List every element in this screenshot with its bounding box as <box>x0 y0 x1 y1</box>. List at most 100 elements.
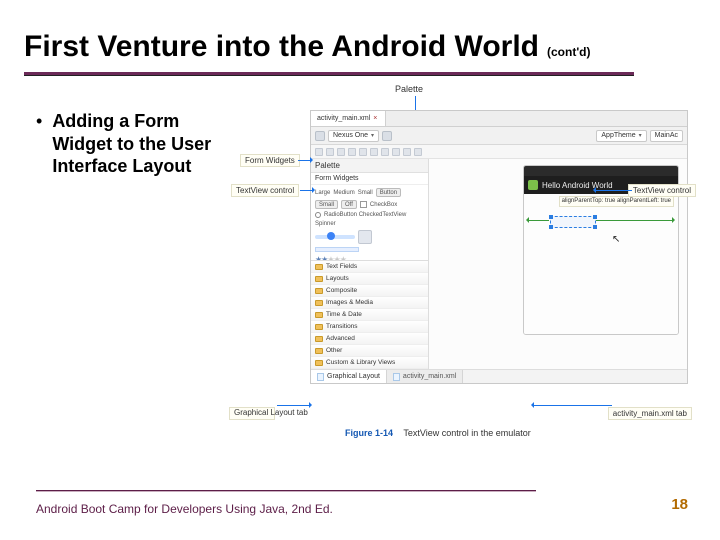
folder-label: Time & Date <box>326 311 362 318</box>
theme-dropdown[interactable]: AppTheme ▾ <box>596 130 646 142</box>
progressbar-widget-sample[interactable] <box>315 247 359 252</box>
app-title: Hello Android World <box>542 181 613 190</box>
activity-dropdown-label: MainAc <box>655 132 678 139</box>
resize-handle[interactable] <box>593 215 597 219</box>
palette-folders: Text Fields Layouts Composite Images & M… <box>311 260 428 369</box>
constraint-arrow-left <box>527 220 549 221</box>
textview-selected[interactable] <box>550 216 596 228</box>
device-dropdown-label: Nexus One <box>333 132 368 139</box>
folder-label: Text Fields <box>326 263 357 270</box>
folder-icon <box>315 324 323 330</box>
toolbar-icon[interactable] <box>359 148 367 156</box>
toolbar-icon[interactable] <box>381 148 389 156</box>
palette-folder-transitions[interactable]: Transitions <box>311 321 428 333</box>
button-widget-sample[interactable]: Button <box>376 188 401 197</box>
radio-label-sample: RadioButton CheckedTextView <box>324 212 406 218</box>
layout-toolbar: Nexus One ▾ AppTheme ▾ MainAc <box>311 127 687 145</box>
slide-contd: (cont'd) <box>547 45 591 59</box>
file-tab-label: activity_main.xml <box>317 115 370 122</box>
toolbar-icon[interactable] <box>403 148 411 156</box>
figure-caption-label: Figure 1-14 <box>345 428 393 438</box>
folder-label: Other <box>326 347 342 354</box>
close-icon[interactable]: × <box>373 116 379 122</box>
device-dropdown[interactable]: Nexus One ▾ <box>328 130 379 142</box>
spinner-label-sample: Spinner <box>315 221 336 227</box>
tab-label: Graphical Layout <box>327 373 380 380</box>
palette-folder-images-media[interactable]: Images & Media <box>311 297 428 309</box>
callout-form-widgets: Form Widgets <box>240 154 300 167</box>
callout-leader <box>594 190 632 191</box>
toolbar-icon[interactable] <box>315 148 323 156</box>
toolbar-icon[interactable] <box>414 148 422 156</box>
textview-small-sample[interactable]: Small <box>358 190 373 196</box>
callout-textview-right: TextView control <box>628 184 696 197</box>
toolbar-icon[interactable] <box>326 148 334 156</box>
palette-folder-time-date[interactable]: Time & Date <box>311 309 428 321</box>
palette-panel: Palette Form Widgets Large Medium Small … <box>311 159 429 369</box>
palette-folder-custom-views[interactable]: Custom & Library Views <box>311 357 428 369</box>
checkbox-label-sample: CheckBox <box>370 202 397 208</box>
toolbar-icon[interactable] <box>370 148 378 156</box>
palette-folder-advanced[interactable]: Advanced <box>311 333 428 345</box>
layout-toolbar-secondary <box>311 145 687 159</box>
constraint-arrow-right <box>596 220 674 221</box>
seekbar-widget-sample[interactable] <box>315 235 355 239</box>
layout-tab-icon <box>317 373 324 381</box>
editor-tab-row: activity_main.xml × <box>311 111 687 127</box>
footer-divider <box>36 490 536 492</box>
palette-folder-text-fields[interactable]: Text Fields <box>311 261 428 273</box>
quickcontact-widget-sample[interactable] <box>358 230 372 244</box>
palette-callout-leader <box>415 96 416 110</box>
resize-handle[interactable] <box>593 225 597 229</box>
file-tab-activity-main[interactable]: activity_main.xml × <box>311 111 386 126</box>
callout-leader <box>532 405 612 406</box>
theme-dropdown-label: AppTheme <box>601 132 635 139</box>
figure-caption-text: TextView control in the emulator <box>403 428 530 438</box>
phone-body[interactable]: alignParentTop: true alignParentLeft: tr… <box>524 194 678 334</box>
chevron-down-icon: ▾ <box>371 132 374 139</box>
callout-leader <box>277 405 311 406</box>
callout-graphical-layout-tab: Graphical Layout tab <box>229 407 275 420</box>
footer-text: Android Boot Camp for Developers Using J… <box>36 502 333 516</box>
toggle-off-sample[interactable]: Off <box>341 200 357 209</box>
palette-header: Palette <box>311 159 428 173</box>
editor-bottom-tabs: Graphical Layout activity_main.xml <box>311 369 687 383</box>
folder-icon <box>315 348 323 354</box>
palette-folder-layouts[interactable]: Layouts <box>311 273 428 285</box>
page-number: 18 <box>671 496 688 513</box>
toggle-small-sample[interactable]: Small <box>315 200 338 209</box>
palette-callout-top: Palette <box>395 84 423 94</box>
toolbar-icon[interactable] <box>348 148 356 156</box>
palette-folder-composite[interactable]: Composite <box>311 285 428 297</box>
textview-medium-sample[interactable]: Medium <box>333 190 354 196</box>
callout-leader <box>300 190 314 191</box>
chevron-down-icon: ▾ <box>639 132 642 139</box>
activity-dropdown[interactable]: MainAc <box>650 130 683 142</box>
tab-graphical-layout[interactable]: Graphical Layout <box>311 370 387 383</box>
tab-activity-main-xml[interactable]: activity_main.xml <box>387 370 463 383</box>
toolbar-icon[interactable] <box>337 148 345 156</box>
figure: Palette activity_main.xml × Nexus One ▾ … <box>245 84 690 414</box>
radio-icon[interactable] <box>315 212 321 218</box>
toolbar-icon[interactable] <box>315 131 325 141</box>
folder-label: Layouts <box>326 275 349 282</box>
folder-icon <box>315 312 323 318</box>
folder-icon <box>315 276 323 282</box>
palette-folder-other[interactable]: Other <box>311 345 428 357</box>
toolbar-icon[interactable] <box>392 148 400 156</box>
toolbar-icon[interactable] <box>382 131 392 141</box>
constraint-annotation: alignParentTop: true alignParentLeft: tr… <box>559 196 674 207</box>
bullet-text: Adding a Form Widget to the User Interfa… <box>52 110 226 178</box>
bullet-dot-icon: • <box>36 110 42 178</box>
resize-handle[interactable] <box>549 215 553 219</box>
eclipse-editor-pane: activity_main.xml × Nexus One ▾ AppTheme… <box>310 110 688 384</box>
folder-icon <box>315 264 323 270</box>
app-launcher-icon <box>528 180 538 190</box>
palette-section-form-widgets[interactable]: Form Widgets <box>311 173 428 185</box>
cursor-icon: ↖ <box>612 234 620 245</box>
folder-icon <box>315 300 323 306</box>
checkbox-widget-sample[interactable] <box>360 201 367 208</box>
resize-handle[interactable] <box>549 225 553 229</box>
folder-label: Composite <box>326 287 357 294</box>
xml-tab-icon <box>393 373 400 381</box>
